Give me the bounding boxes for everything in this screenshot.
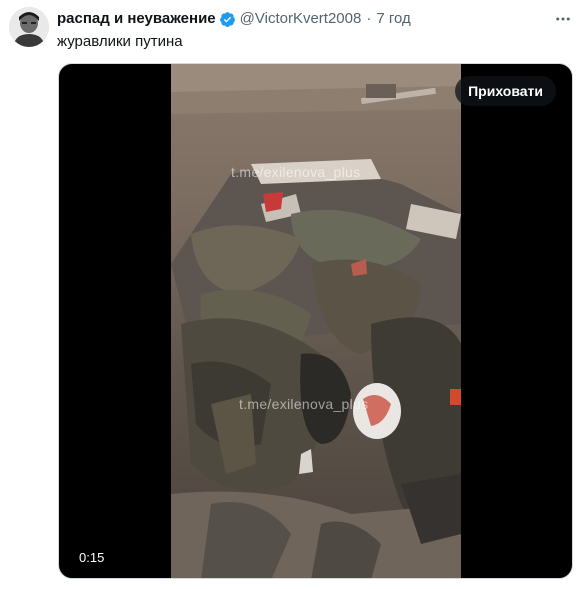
video-player[interactable]: t.me/exilenova_plus t.me/exilenova_plus … [58,63,573,579]
video-duration: 0:15 [73,548,111,568]
tweet-text: журавлики путина [57,33,183,50]
watermark-bottom: t.me/exilenova_plus [239,396,369,412]
tweet-card[interactable]: распад и неуважение @VictorKvert2008 · 7… [0,0,582,589]
author-handle[interactable]: @VictorKvert2008 [240,9,362,29]
watermark-top: t.me/exilenova_plus [231,164,361,180]
tweet-header: распад и неуважение @VictorKvert2008 · 7… [57,9,411,29]
video-frame[interactable]: t.me/exilenova_plus t.me/exilenova_plus [171,64,461,578]
hide-media-button[interactable]: Приховати [455,76,556,106]
more-options-icon[interactable] [552,8,574,30]
tweet-timestamp[interactable]: 7 год [376,9,410,29]
verified-badge-icon [219,11,236,28]
author-name[interactable]: распад и неуважение [57,9,216,29]
video-still-image [171,64,461,578]
avatar-image [9,7,49,47]
separator-dot: · [366,10,372,27]
avatar[interactable] [9,7,49,47]
